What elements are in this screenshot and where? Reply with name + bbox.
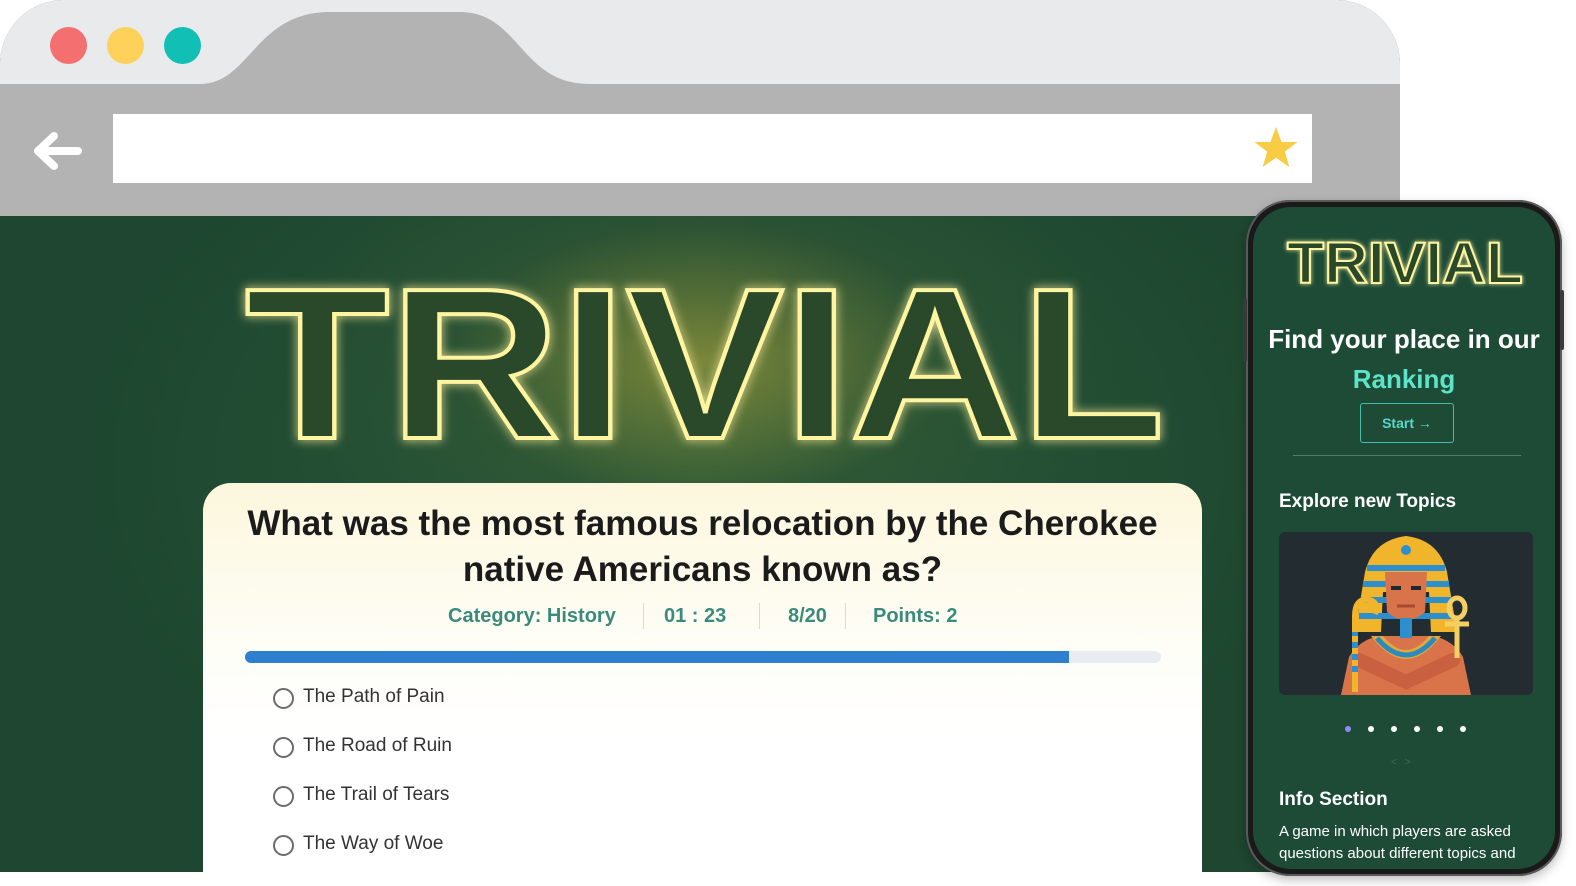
answer-label: The Path of Pain [303, 686, 445, 707]
answer-label: The Way of Woe [303, 833, 444, 854]
headline-highlight: Ranking [1352, 364, 1456, 394]
info-section-text: A game in which players are asked questi… [1279, 823, 1516, 862]
radio-button[interactable] [273, 786, 294, 807]
pharaoh-illustration [1341, 536, 1471, 695]
answer-label: The Road of Ruin [303, 735, 452, 756]
star-icon[interactable] [1252, 124, 1300, 172]
answer-label: The Trail of Tears [303, 784, 450, 805]
progress-bar-fill [245, 651, 1070, 663]
radio-button[interactable] [273, 835, 294, 856]
start-button[interactable]: Start → [1360, 403, 1454, 443]
carousel-dot[interactable] [1345, 726, 1351, 732]
answer-option[interactable]: The Road of Ruin [273, 732, 693, 764]
maximize-window-button[interactable] [164, 27, 201, 64]
meta-divider [845, 603, 846, 629]
meta-divider [643, 603, 644, 629]
ranking-headline: Find your place in our Ranking [1253, 319, 1555, 399]
radio-button[interactable] [273, 688, 294, 709]
answer-option[interactable]: The Way of Woe [273, 830, 693, 862]
arrow-left-icon[interactable] [30, 128, 84, 174]
progress-bar [245, 651, 1161, 663]
carousel-dot[interactable] [1460, 726, 1466, 732]
question-text: What was the most famous relocation by t… [247, 504, 1158, 589]
headline-text: Find your place in our [1268, 324, 1540, 354]
quiz-card: What was the most famous relocation by t… [203, 483, 1202, 872]
topic-card-pharaoh[interactable] [1279, 532, 1533, 695]
quiz-meta: Category: History 01 : 23 8/20 Points: 2 [203, 603, 1202, 633]
answer-option[interactable]: The Trail of Tears [273, 781, 693, 813]
mobile-logo-text: TRIVIAL [1287, 233, 1523, 289]
browser-window: TRIVIAL What was the most famous relocat… [0, 0, 1400, 872]
mobile-trivial-logo: TRIVIAL [1286, 233, 1524, 289]
carousel-dot[interactable] [1391, 726, 1397, 732]
divider [1293, 455, 1521, 456]
meta-divider [759, 603, 760, 629]
chevron-right-icon[interactable]: > [1405, 757, 1411, 768]
phone-side-button [1243, 298, 1247, 362]
carousel-indicators [1345, 726, 1475, 736]
timer: 01 : 23 [664, 605, 727, 627]
explore-topics-title: Explore new Topics [1279, 491, 1457, 512]
trivial-logo-text: TRIVIAL [245, 258, 1165, 458]
points-label: Points: 2 [873, 605, 958, 627]
chevron-left-icon[interactable]: < [1391, 757, 1397, 768]
radio-button[interactable] [273, 737, 294, 758]
carousel-dot[interactable] [1368, 726, 1374, 732]
question-counter: 8/20 [788, 605, 827, 627]
carousel-dot[interactable] [1414, 726, 1420, 732]
carousel-arrows: < > [1387, 757, 1415, 768]
category-label: Category: History [448, 605, 616, 627]
phone-mockup: TRIVIAL Find your place in our Ranking S… [1243, 200, 1564, 876]
phone-side-button [1560, 290, 1564, 350]
trivia-page: TRIVIAL What was the most famous relocat… [0, 216, 1400, 872]
carousel-dot[interactable] [1437, 726, 1443, 732]
mobile-screen: TRIVIAL Find your place in our Ranking S… [1253, 207, 1555, 869]
answer-option[interactable]: The Path of Pain [273, 683, 693, 715]
trivial-logo: TRIVIAL [243, 258, 1167, 458]
close-window-button[interactable] [50, 27, 87, 64]
active-tab[interactable] [0, 0, 1400, 90]
address-bar[interactable] [113, 114, 1312, 183]
info-section-title: Info Section [1279, 789, 1388, 810]
minimize-window-button[interactable] [107, 27, 144, 64]
